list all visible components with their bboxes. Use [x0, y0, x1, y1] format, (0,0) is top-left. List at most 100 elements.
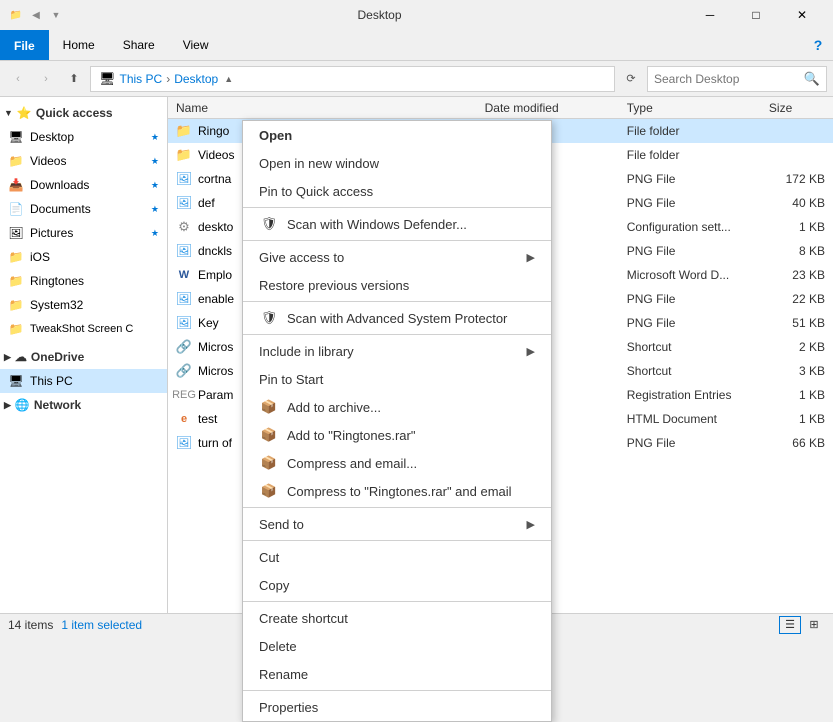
cm-pin-start[interactable]: Pin to Start: [243, 365, 551, 393]
sidebar-item-pictures[interactable]: 🖼 Pictures ★: [0, 221, 167, 245]
cm-add-ringtones-rar[interactable]: 📦 Add to "Ringtones.rar": [243, 421, 551, 449]
col-header-date[interactable]: Date modified: [477, 97, 619, 118]
sidebar: ▼ ⭐ Quick access 🖥 Desktop ★ 📁 Videos ★ …: [0, 97, 168, 613]
sidebar-item-ios[interactable]: 📁 iOS: [0, 245, 167, 269]
sidebar-item-ringtones[interactable]: 📁 Ringtones: [0, 269, 167, 293]
archive-icon-1: 📦: [259, 397, 279, 417]
folder-icon-ringtones: 📁: [176, 123, 192, 139]
sidebar-item-videos[interactable]: 📁 Videos ★: [0, 149, 167, 173]
cm-sep-3: [243, 301, 551, 302]
list-view-button[interactable]: ☰: [779, 616, 801, 634]
cm-open[interactable]: Open: [243, 121, 551, 149]
sidebar-item-documents[interactable]: 📄 Documents ★: [0, 197, 167, 221]
back-button[interactable]: ‹: [6, 67, 30, 91]
cm-scan-asp[interactable]: 🛡 Scan with Advanced System Protector: [243, 304, 551, 332]
tab-view[interactable]: View: [169, 30, 223, 60]
search-icon: 🔍: [804, 71, 820, 87]
file-type: PNG File: [619, 244, 761, 258]
col-header-size[interactable]: Size: [761, 97, 833, 118]
cm-copy[interactable]: Copy: [243, 571, 551, 599]
cm-sep-1: [243, 207, 551, 208]
system32-icon: 📁: [8, 297, 24, 313]
sidebar-item-tweakshot[interactable]: 📁 TweakShot Screen C: [0, 317, 167, 341]
cm-create-shortcut[interactable]: Create shortcut: [243, 604, 551, 632]
chevron-icon: ▼: [4, 108, 13, 118]
cm-include-library[interactable]: Include in library ▶: [243, 337, 551, 365]
network-icon: 🌐: [15, 398, 30, 412]
file-type: File folder: [619, 148, 761, 162]
sidebar-section-onedrive[interactable]: ▶ ☁ OneDrive: [0, 345, 167, 369]
tab-share[interactable]: Share: [109, 30, 169, 60]
up-button[interactable]: ⬆: [62, 67, 86, 91]
file-label: Videos: [198, 148, 234, 162]
file-label: deskto: [198, 220, 233, 234]
path-sort-arrow: ▲: [224, 74, 233, 84]
image-icon-enable: 🖼: [176, 291, 192, 307]
file-label: Ringo: [198, 124, 229, 138]
file-label: def: [198, 196, 215, 210]
sidebar-label-ios: iOS: [30, 250, 50, 264]
path-separator: ›: [166, 72, 170, 86]
details-view-button[interactable]: ⊞: [803, 616, 825, 634]
config-icon: ⚙: [176, 219, 192, 235]
dropdown-icon[interactable]: ▼: [48, 7, 64, 23]
cm-sep-7: [243, 601, 551, 602]
file-size: 40 KB: [761, 196, 833, 210]
arrow-icon-lib: ▶: [527, 345, 535, 358]
sidebar-label-onedrive: OneDrive: [31, 350, 84, 364]
help-button[interactable]: ?: [803, 30, 833, 60]
cm-add-archive[interactable]: 📦 Add to archive...: [243, 393, 551, 421]
sidebar-label-network: Network: [34, 398, 81, 412]
cm-restore-versions[interactable]: Restore previous versions: [243, 271, 551, 299]
cm-send-to[interactable]: Send to ▶: [243, 510, 551, 538]
word-icon: W: [176, 267, 192, 283]
cm-give-access[interactable]: Give access to ▶: [243, 243, 551, 271]
thispc-icon: 🖥: [8, 373, 24, 389]
tab-file[interactable]: File: [0, 30, 49, 60]
sidebar-section-quickaccess[interactable]: ▼ ⭐ Quick access: [0, 101, 167, 125]
shortcut-icon-2: 🔗: [176, 363, 192, 379]
tab-home[interactable]: Home: [49, 30, 109, 60]
downloads-icon: 📥: [8, 177, 24, 193]
col-header-type[interactable]: Type: [619, 97, 761, 118]
sidebar-label-desktop: Desktop: [30, 130, 74, 144]
minimize-button[interactable]: ─: [687, 0, 733, 30]
search-box[interactable]: 🔍: [647, 66, 827, 92]
back-icon: ◀: [28, 7, 44, 23]
cm-cut[interactable]: Cut: [243, 543, 551, 571]
context-menu: Open Open in new window Pin to Quick acc…: [242, 120, 552, 722]
view-buttons: ☰ ⊞: [779, 616, 825, 634]
cm-sep-8: [243, 690, 551, 691]
address-path[interactable]: 🖥 This PC › Desktop ▲: [90, 66, 615, 92]
cm-rename[interactable]: Rename: [243, 660, 551, 688]
path-crumb-thispc[interactable]: This PC: [120, 72, 163, 86]
file-label: Micros: [198, 340, 233, 354]
cm-compress-email[interactable]: 📦 Compress and email...: [243, 449, 551, 477]
cm-scan-defender[interactable]: 🛡 Scan with Windows Defender...: [243, 210, 551, 238]
arrow-icon-send: ▶: [527, 518, 535, 531]
file-label: enable: [198, 292, 234, 306]
sidebar-section-network[interactable]: ▶ 🌐 Network: [0, 393, 167, 417]
path-crumb-desktop[interactable]: Desktop: [174, 72, 218, 86]
maximize-button[interactable]: □: [733, 0, 779, 30]
sidebar-item-downloads[interactable]: 📥 Downloads ★: [0, 173, 167, 197]
folder-icon: 📁: [8, 7, 24, 23]
sidebar-item-system32[interactable]: 📁 System32: [0, 293, 167, 317]
close-button[interactable]: ✕: [779, 0, 825, 30]
sidebar-item-desktop[interactable]: 🖥 Desktop ★: [0, 125, 167, 149]
cm-pin-quickaccess[interactable]: Pin to Quick access: [243, 177, 551, 205]
refresh-button[interactable]: ⟳: [619, 67, 643, 91]
cm-properties[interactable]: Properties: [243, 693, 551, 721]
sidebar-label-ringtones: Ringtones: [30, 274, 84, 288]
archive-icon-3: 📦: [259, 453, 279, 473]
forward-button[interactable]: ›: [34, 67, 58, 91]
cm-open-new-window[interactable]: Open in new window: [243, 149, 551, 177]
search-input[interactable]: [654, 72, 804, 86]
reg-icon: REG: [176, 387, 192, 403]
pinned-icon: ★: [151, 132, 159, 143]
sidebar-item-thispc[interactable]: 🖥 This PC: [0, 369, 167, 393]
col-header-name[interactable]: Name: [168, 97, 477, 118]
cm-delete[interactable]: Delete: [243, 632, 551, 660]
cm-compress-ringtones-email[interactable]: 📦 Compress to "Ringtones.rar" and email: [243, 477, 551, 505]
address-bar: ‹ › ⬆ 🖥 This PC › Desktop ▲ ⟳ 🔍: [0, 61, 833, 97]
